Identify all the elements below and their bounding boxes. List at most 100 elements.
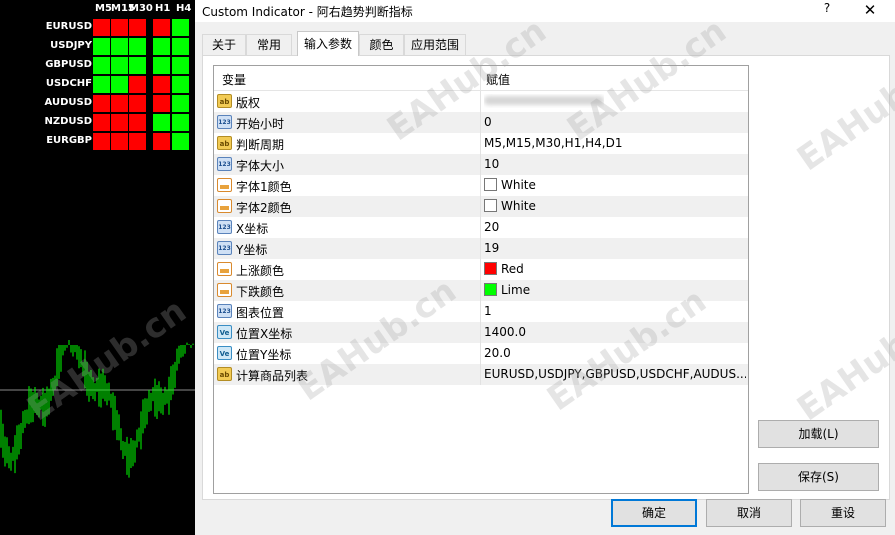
trend-cell (129, 133, 146, 150)
tab-scope[interactable]: 应用范围 (404, 34, 466, 55)
double-type-icon: Ve (217, 325, 232, 339)
parameter-value[interactable]: 1 (484, 304, 492, 318)
parameter-row[interactable]: ab 计算商品列表 EURUSD,USDJPY,GBPUSD,USDCHF,AUDU… (214, 364, 748, 385)
trend-cell (111, 38, 128, 55)
price-chart-panel[interactable]: M5 M15 M30 H1 H4 EURUSD USDJPY GBPUSD USDCHF AUD… (0, 0, 195, 535)
column-divider[interactable] (480, 66, 481, 91)
ok-button[interactable]: 确定 (611, 499, 697, 527)
parameter-name: 计算商品列表 (236, 369, 309, 383)
parameter-value-text: Red (501, 262, 524, 276)
parameter-row[interactable]: 字体1颜色 White (214, 175, 748, 196)
parameter-grid[interactable]: 变量 赋值 ab 版权 123 开始小时 0 ab 判断周期 M5,M15,M30,H1,H4… (213, 65, 749, 494)
parameter-row[interactable]: Ve 位置Y坐标 20.0 (214, 343, 748, 364)
column-divider (480, 175, 481, 196)
parameter-value[interactable]: 1400.0 (484, 325, 526, 339)
trend-cell (111, 95, 128, 112)
parameter-value[interactable]: 20 (484, 220, 499, 234)
parameter-row[interactable]: ab 版权 (214, 91, 748, 112)
trend-cell (153, 114, 170, 131)
trend-cell (93, 76, 110, 93)
column-divider (480, 280, 481, 301)
parameter-value[interactable]: 0 (484, 115, 492, 129)
parameter-name: 版权 (236, 96, 261, 110)
trend-cell (153, 38, 170, 55)
tab-colors[interactable]: 颜色 (359, 34, 404, 55)
parameter-value-text: M5,M15,M30,H1,H4,D1 (484, 136, 623, 150)
column-divider (480, 112, 481, 133)
parameter-value[interactable] (484, 94, 604, 108)
trend-cell (111, 76, 128, 93)
symbol-label: EURUSD (45, 21, 92, 32)
trend-cell (153, 19, 170, 36)
symbol-label: GBPUSD (45, 59, 92, 70)
color-type-icon (217, 178, 232, 192)
parameter-row[interactable]: 123 X坐标 20 (214, 217, 748, 238)
parameter-value[interactable]: White (484, 199, 536, 213)
parameter-value[interactable]: White (484, 178, 536, 192)
trend-cell (93, 38, 110, 55)
parameter-value[interactable]: 19 (484, 241, 499, 255)
screen: M5 M15 M30 H1 H4 EURUSD USDJPY GBPUSD USDCHF AUD… (0, 0, 895, 535)
parameter-row[interactable]: 123 Y坐标 19 (214, 238, 748, 259)
column-divider (480, 238, 481, 259)
tab-inputs[interactable]: 输入参数 (297, 31, 359, 56)
symbol-label: EURGBP (46, 135, 92, 146)
trend-cell (172, 19, 189, 36)
custom-indicator-dialog: Custom Indicator - 阿右趋势判断指标 ? ✕ 关于 常用 输入… (195, 0, 895, 535)
close-button[interactable]: ✕ (860, 0, 880, 20)
parameter-name: 字体1颜色 (236, 180, 292, 194)
trend-cell (153, 95, 170, 112)
string-type-icon: ab (217, 367, 232, 381)
trend-cell (153, 133, 170, 150)
integer-type-icon: 123 (217, 157, 232, 171)
color-swatch[interactable] (484, 283, 497, 296)
parameter-name: 位置X坐标 (236, 327, 293, 341)
column-divider (480, 343, 481, 364)
timeframe-label: M30 (129, 3, 153, 14)
column-header-variable[interactable]: 变量 (222, 71, 246, 88)
column-divider (480, 301, 481, 322)
column-header-value[interactable]: 赋值 (486, 71, 510, 88)
color-swatch[interactable] (484, 199, 497, 212)
parameter-value[interactable]: EURUSD,USDJPY,GBPUSD,USDCHF,AUDUS... (484, 367, 746, 381)
help-button[interactable]: ? (820, 1, 834, 19)
trend-cell (93, 57, 110, 74)
parameter-value[interactable]: 10 (484, 157, 499, 171)
parameter-value[interactable]: M5,M15,M30,H1,H4,D1 (484, 136, 623, 150)
parameter-row[interactable]: Ve 位置X坐标 1400.0 (214, 322, 748, 343)
tab-common[interactable]: 常用 (246, 34, 292, 55)
color-type-icon (217, 283, 232, 297)
cancel-button[interactable]: 取消 (706, 499, 792, 527)
parameter-row[interactable]: 123 图表位置 1 (214, 301, 748, 322)
color-swatch[interactable] (484, 178, 497, 191)
parameter-row[interactable]: 下跌颜色 Lime (214, 280, 748, 301)
trend-cell (129, 19, 146, 36)
parameter-value-text: 19 (484, 241, 500, 255)
parameter-name: 上涨颜色 (236, 264, 285, 278)
parameter-value[interactable]: Lime (484, 283, 530, 297)
parameter-value-text: White (501, 178, 536, 192)
trend-cell (111, 114, 128, 131)
tab-about[interactable]: 关于 (202, 34, 246, 55)
color-swatch[interactable] (484, 262, 497, 275)
dialog-titlebar: Custom Indicator - 阿右趋势判断指标 ? ✕ (195, 0, 895, 22)
parameter-row[interactable]: 123 字体大小 10 (214, 154, 748, 175)
parameter-row[interactable]: 123 开始小时 0 (214, 112, 748, 133)
reset-button[interactable]: 重设 (800, 499, 886, 527)
trend-cell (111, 57, 128, 74)
save-button[interactable]: 保存(S) (758, 463, 879, 491)
trend-cell (153, 57, 170, 74)
parameter-value[interactable]: Red (484, 262, 524, 276)
load-button[interactable]: 加载(L) (758, 420, 879, 448)
parameter-name: Y坐标 (236, 243, 268, 257)
symbol-label: NZDUSD (44, 116, 92, 127)
parameter-value-text: 1 (484, 304, 492, 318)
parameter-row[interactable]: 上涨颜色 Red (214, 259, 748, 280)
column-divider (480, 196, 481, 217)
dialog-title: Custom Indicator - 阿右趋势判断指标 (202, 5, 413, 19)
color-type-icon (217, 199, 232, 213)
parameter-row[interactable]: 字体2颜色 White (214, 196, 748, 217)
parameter-value[interactable]: 20.0 (484, 346, 511, 360)
parameter-row[interactable]: ab 判断周期 M5,M15,M30,H1,H4,D1 (214, 133, 748, 154)
trend-cell (111, 19, 128, 36)
